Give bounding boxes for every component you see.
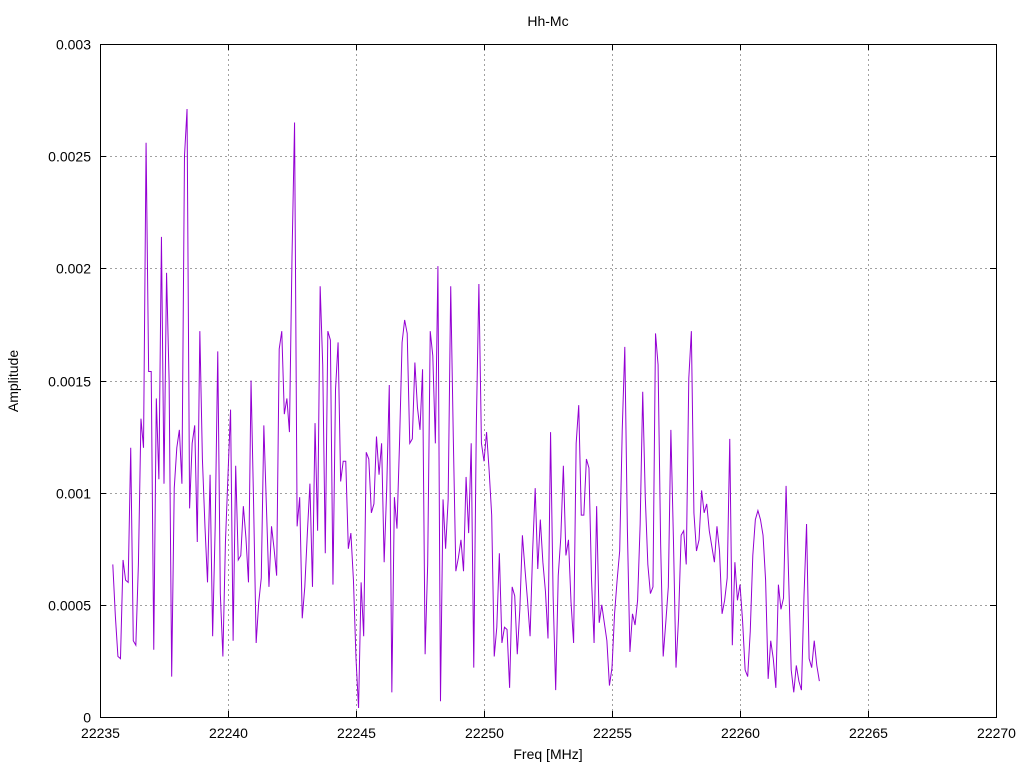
x-tick-label: 22255 <box>593 725 632 741</box>
x-axis-label: Freq [MHz] <box>513 746 582 762</box>
x-tick-label: 22245 <box>337 725 376 741</box>
y-tick-label: 0.0025 <box>48 149 91 165</box>
y-tick-label: 0.003 <box>56 37 91 53</box>
axis-ticks: 22235 22240 22245 22250 22255 22260 22265 22270… <box>48 37 1016 742</box>
series-layer <box>112 109 820 709</box>
x-tick-label: 22265 <box>849 725 888 741</box>
x-tick-label: 22270 <box>977 725 1016 741</box>
x-tick-label: 22250 <box>465 725 504 741</box>
y-tick-label: 0.0005 <box>48 598 91 614</box>
chart: 22235 22240 22245 22250 22255 22260 22265 22270… <box>0 0 1024 768</box>
y-tick-label: 0 <box>83 710 91 726</box>
y-tick-label: 0.001 <box>56 486 91 502</box>
series-line-0 <box>112 109 820 709</box>
x-tick-label: 22235 <box>81 725 120 741</box>
chart-title: Hh-Mc <box>527 13 568 29</box>
y-tick-label: 0.002 <box>56 261 91 277</box>
x-tick-label: 22260 <box>721 725 760 741</box>
y-tick-label: 0.0015 <box>48 374 91 390</box>
chart-canvas: 22235 22240 22245 22250 22255 22260 22265 22270… <box>5 13 1016 762</box>
y-axis-label: Amplitude <box>5 350 21 412</box>
x-tick-label: 22240 <box>209 725 248 741</box>
